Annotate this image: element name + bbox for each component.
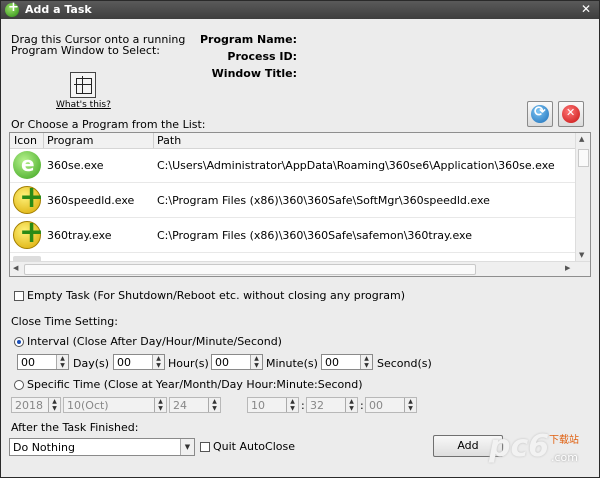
watermark-small1: 下载站 bbox=[549, 435, 579, 446]
360speedld-icon bbox=[13, 180, 44, 215]
drag-instruction-line2: Program Window to Select: bbox=[11, 44, 160, 57]
spinner-arrows-icon[interactable]: ▲ ▼ bbox=[154, 398, 166, 412]
close-icon[interactable]: ✕ bbox=[579, 2, 593, 16]
row-program: 360tray.exe bbox=[47, 229, 112, 242]
scroll-down-icon[interactable]: ▼ bbox=[579, 251, 584, 259]
program-list[interactable]: Icon Program Path 360se.exe C:\Users\Adm… bbox=[9, 132, 591, 277]
spinner-arrows-icon[interactable]: ▲ ▼ bbox=[208, 398, 220, 412]
watermark-logo: pc6 下载站 .com bbox=[489, 429, 599, 469]
spinner-arrows-icon[interactable]: ▲ ▼ bbox=[360, 355, 372, 369]
minute-value: 00 bbox=[215, 356, 229, 369]
spinner-arrows-icon[interactable]: ▲ ▼ bbox=[152, 355, 164, 369]
watermark-big: pc6 bbox=[489, 429, 550, 464]
360se-icon bbox=[13, 151, 41, 179]
date-day-spinner[interactable]: 24 ▲ ▼ bbox=[169, 397, 221, 413]
scroll-up-icon[interactable]: ▲ bbox=[579, 135, 584, 143]
row-path: C:\Program Files (x86)\360\360Safe\safem… bbox=[157, 229, 472, 242]
spinner-arrows-icon[interactable]: ▲ ▼ bbox=[250, 355, 262, 369]
spinner-arrows-icon[interactable]: ▲ ▼ bbox=[404, 398, 416, 412]
column-program[interactable]: Program bbox=[47, 134, 93, 147]
day-spinner[interactable]: 00 ▲ ▼ bbox=[17, 354, 69, 370]
hour-spinner[interactable]: 00 ▲ ▼ bbox=[113, 354, 165, 370]
window-title: Add a Task bbox=[25, 3, 92, 16]
crosshair-cursor-icon[interactable] bbox=[70, 72, 96, 98]
program-name-label: Program Name: bbox=[199, 33, 297, 46]
column-path[interactable]: Path bbox=[157, 134, 181, 147]
list-header: Icon Program Path bbox=[10, 133, 577, 149]
horizontal-scroll-thumb[interactable] bbox=[24, 264, 476, 275]
refresh-button[interactable] bbox=[527, 101, 553, 127]
title-bar: Add a Task ✕ bbox=[1, 0, 599, 19]
row-path: C:\Program Files (x86)\360\360Safe\SoftM… bbox=[157, 194, 490, 207]
empty-task-checkbox[interactable] bbox=[14, 291, 24, 301]
time-minute-spinner[interactable]: 32 ▲ ▼ bbox=[306, 397, 358, 413]
second-value: 00 bbox=[325, 356, 339, 369]
add-task-window: Add a Task ✕ Drag this Cursor onto a run… bbox=[0, 0, 600, 478]
list-row[interactable]: 360se.exe C:\Users\Administrator\AppData… bbox=[10, 148, 577, 183]
year-spinner[interactable]: 2018 ▲ ▼ bbox=[11, 397, 61, 413]
refresh-icon bbox=[531, 104, 549, 123]
chevron-down-icon[interactable]: ▼ bbox=[180, 439, 194, 455]
whats-this-link[interactable]: What's this? bbox=[56, 100, 111, 110]
time-minute-value: 32 bbox=[310, 399, 324, 412]
date-day-value: 24 bbox=[173, 399, 187, 412]
vertical-scroll-thumb[interactable] bbox=[578, 149, 589, 167]
month-spinner[interactable]: 10(Oct) ▲ ▼ bbox=[63, 397, 167, 413]
horizontal-scrollbar[interactable]: ◀ ▶ bbox=[10, 261, 590, 276]
day-value: 00 bbox=[21, 356, 35, 369]
minute-spinner[interactable]: 00 ▲ ▼ bbox=[211, 354, 263, 370]
spinner-arrows-icon[interactable]: ▲ ▼ bbox=[345, 398, 357, 412]
time-separator: : bbox=[301, 399, 305, 412]
watermark-small2: .com bbox=[551, 451, 578, 464]
spinner-arrows-icon[interactable]: ▲ ▼ bbox=[286, 398, 298, 412]
second-spinner[interactable]: 00 ▲ ▼ bbox=[321, 354, 373, 370]
scroll-left-icon[interactable]: ◀ bbox=[13, 264, 18, 272]
delete-icon bbox=[562, 105, 580, 123]
list-row[interactable]: 360speedld.exe C:\Program Files (x86)\36… bbox=[10, 180, 577, 218]
specific-time-label[interactable]: Specific Time (Close at Year/Month/Day H… bbox=[27, 378, 362, 391]
second-unit: Second(s) bbox=[377, 357, 432, 370]
hour-value: 00 bbox=[117, 356, 131, 369]
hour-unit: Hour(s) bbox=[168, 357, 209, 370]
close-time-label: Close Time Setting: bbox=[11, 315, 118, 328]
time-hour-spinner[interactable]: 10 ▲ ▼ bbox=[247, 397, 299, 413]
spinner-arrows-icon[interactable]: ▲ ▼ bbox=[56, 355, 68, 369]
360tray-icon bbox=[13, 215, 44, 250]
time-second-spinner[interactable]: 00 ▲ ▼ bbox=[365, 397, 417, 413]
scroll-right-icon[interactable]: ▶ bbox=[565, 264, 570, 272]
day-unit: Day(s) bbox=[73, 357, 110, 370]
list-row[interactable]: 360tray.exe C:\Program Files (x86)\360\3… bbox=[10, 215, 577, 253]
spinner-arrows-icon[interactable]: ▲ ▼ bbox=[48, 398, 60, 412]
after-task-value: Do Nothing bbox=[13, 441, 75, 454]
row-path: C:\Users\Administrator\AppData\Roaming\3… bbox=[157, 159, 555, 172]
time-separator: : bbox=[360, 399, 364, 412]
after-task-label: After the Task Finished: bbox=[11, 421, 139, 434]
window-title-label: Window Title: bbox=[211, 67, 297, 80]
list-caption: Or Choose a Program from the List: bbox=[11, 118, 206, 131]
time-second-value: 00 bbox=[369, 399, 383, 412]
minute-unit: Minute(s) bbox=[266, 357, 318, 370]
quit-autoclose-checkbox[interactable] bbox=[200, 442, 210, 452]
row-program: 360se.exe bbox=[47, 159, 104, 172]
quit-autoclose-label[interactable]: Quit AutoClose bbox=[213, 440, 295, 453]
empty-task-label[interactable]: Empty Task (For Shutdown/Reboot etc. wit… bbox=[27, 289, 405, 302]
row-program: 360speedld.exe bbox=[47, 194, 135, 207]
process-id-label: Process ID: bbox=[227, 50, 297, 63]
delete-button[interactable] bbox=[558, 101, 584, 127]
specific-time-radio[interactable] bbox=[14, 380, 24, 390]
month-value: 10(Oct) bbox=[67, 399, 109, 412]
year-value: 2018 bbox=[15, 399, 43, 412]
column-icon[interactable]: Icon bbox=[14, 134, 37, 147]
app-icon bbox=[5, 0, 19, 17]
interval-radio[interactable] bbox=[14, 337, 24, 347]
vertical-scrollbar[interactable]: ▲ ▼ bbox=[575, 133, 590, 263]
interval-label[interactable]: Interval (Close After Day/Hour/Minute/Se… bbox=[27, 335, 282, 348]
time-hour-value: 10 bbox=[251, 399, 265, 412]
after-task-select[interactable]: Do Nothing ▼ bbox=[9, 438, 195, 456]
